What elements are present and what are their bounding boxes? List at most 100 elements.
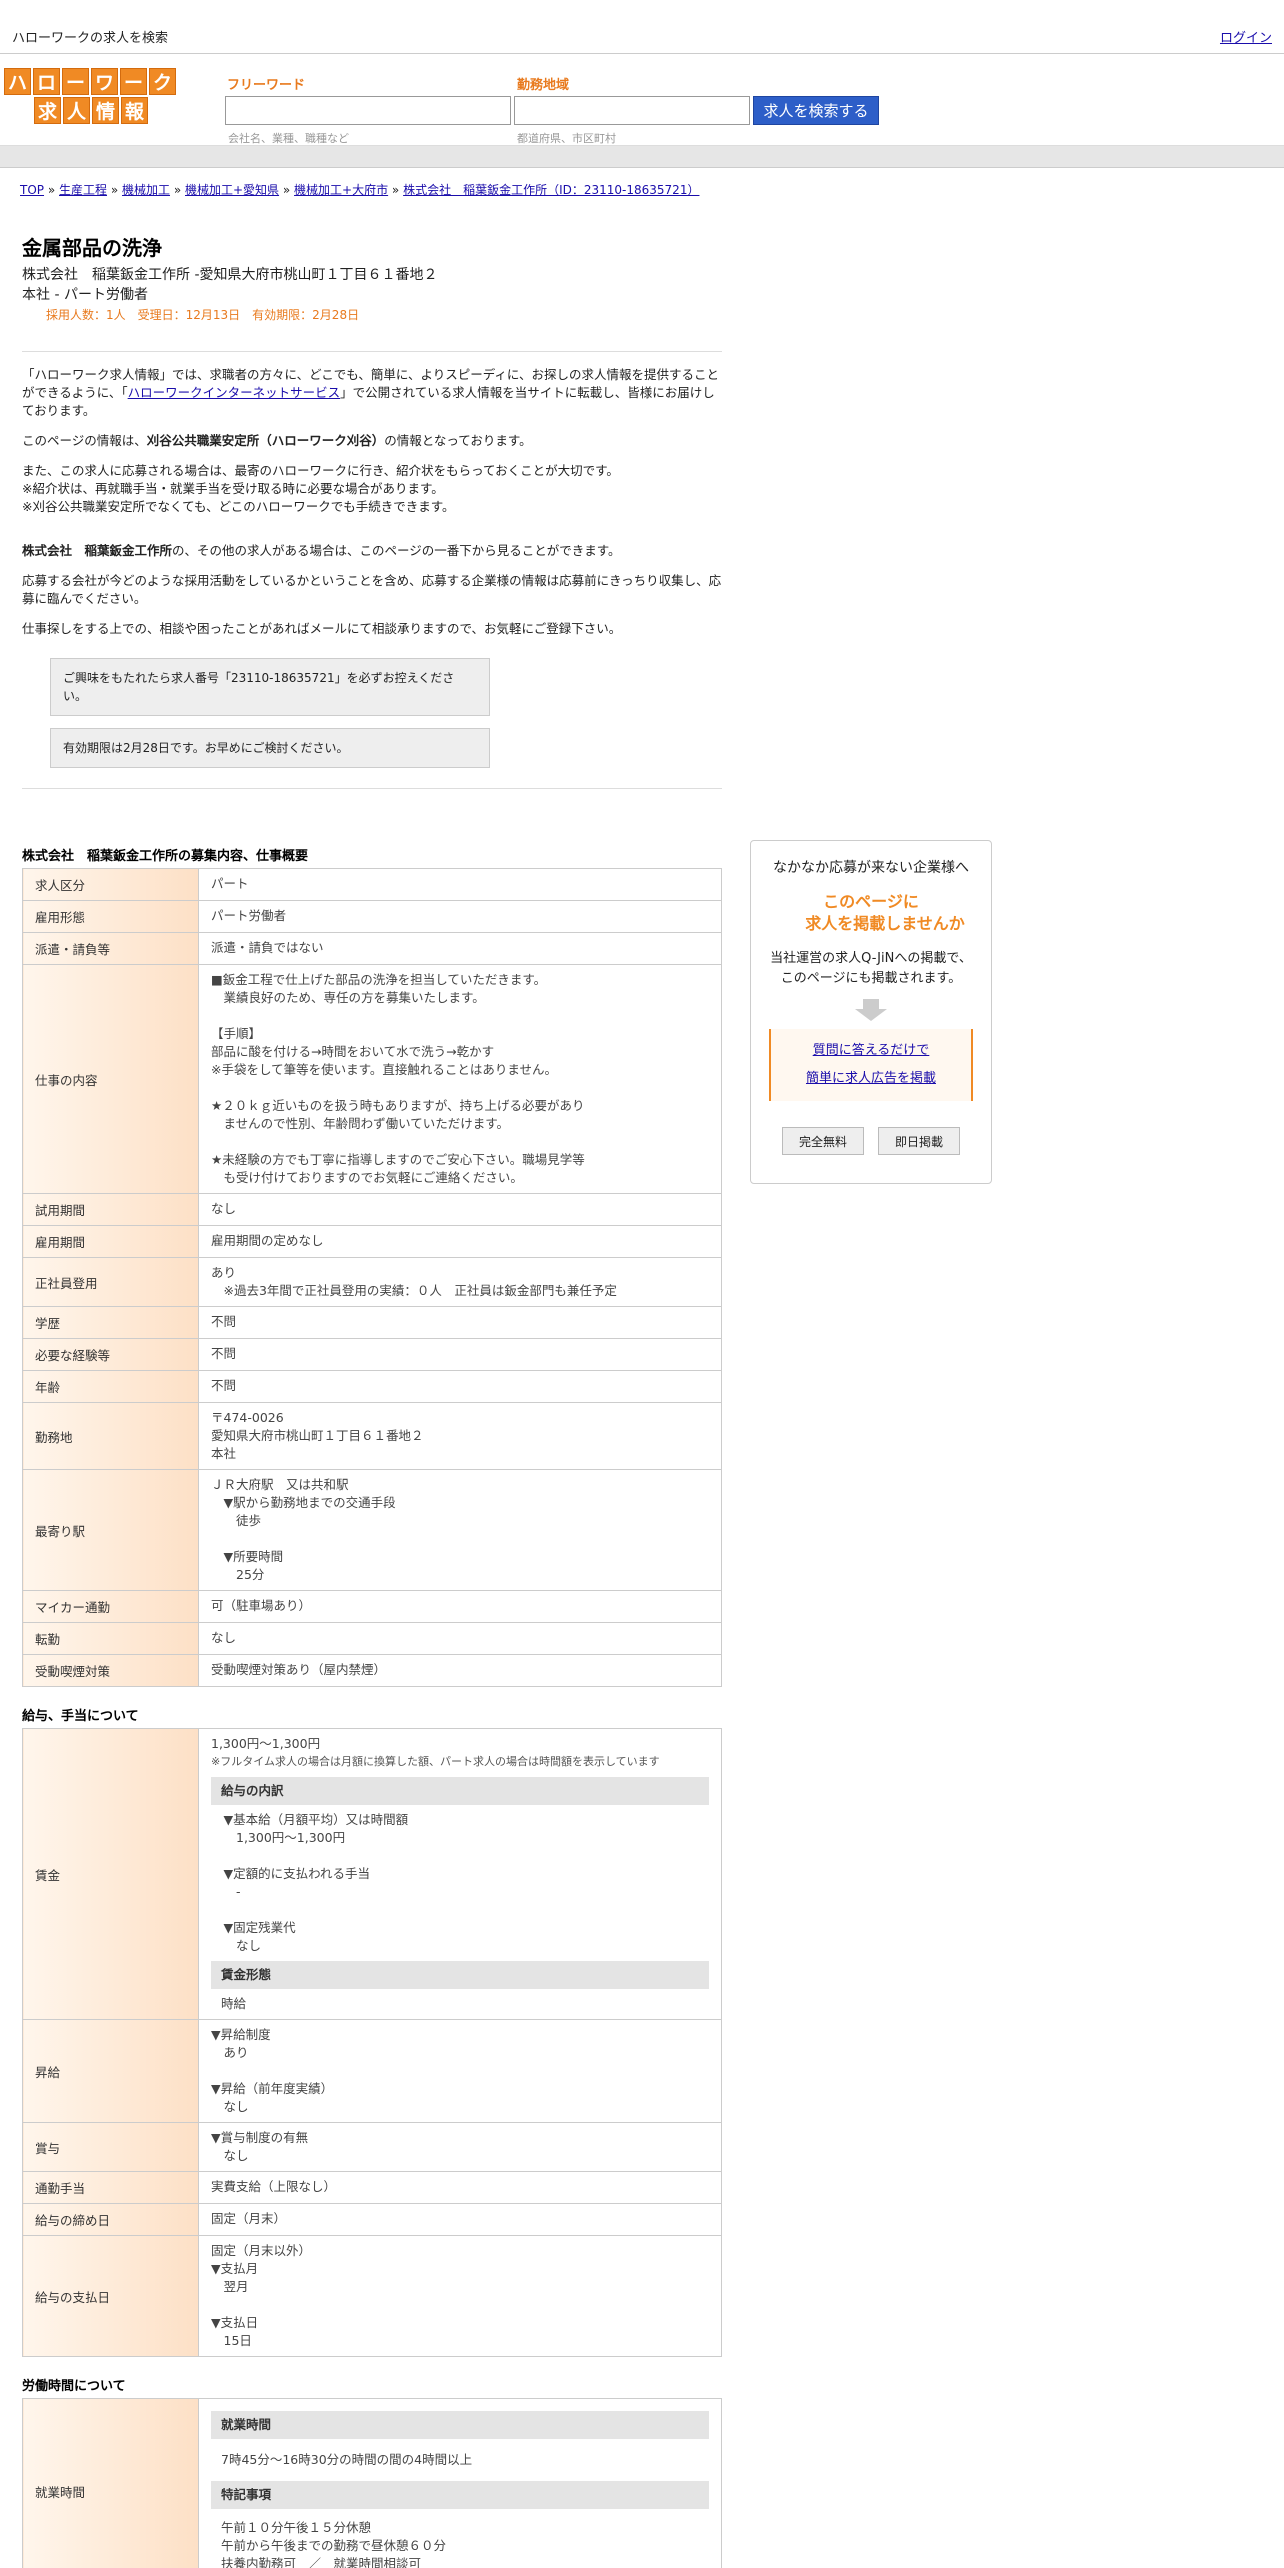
login-link[interactable]: ログイン (1220, 27, 1272, 46)
intro-paragraph-1: 「ハローワーク求人情報」では、求職者の方々に、どこでも、簡単に、よりスピーディに… (22, 366, 722, 420)
row-label: 就業時間 (22, 2398, 199, 2568)
row-label: 給与の締め日 (22, 2203, 199, 2236)
work-notes-value: 午前１０分午後１５分休憩 午前から午後までの勤務で昼休憩６０分 扶養内勤務可 ／… (221, 2520, 447, 2568)
area-label: 勤務地域 (517, 78, 570, 93)
row-label: 転勤 (22, 1622, 199, 1655)
row-label: 受動喫煙対策 (22, 1654, 199, 1687)
intro-paragraph-6: 仕事探しをする上での、相談や困ったことがあればメールにて相談承りますので、お気軽… (22, 621, 622, 636)
row-value: なし (198, 1622, 722, 1655)
free-button[interactable]: 完全無料 (782, 1127, 864, 1155)
logo-char: 求 (34, 97, 61, 124)
section-title-hours: 労働時間について (22, 2379, 126, 2394)
intro-paragraph-4: 株式会社 稲葉鈑金工作所の、その他の求人がある場合は、このページの一番下から見る… (22, 542, 722, 560)
side-ad-catch: このページに 求人を掲載しませんか (751, 891, 991, 935)
table-row: 転勤 なし (22, 1622, 722, 1655)
logo-char: 報 (121, 97, 148, 124)
row-value: ■鈑金工程で仕上げた部品の洗浄を担当していただきます。 業績良好のため、専任の方… (198, 964, 722, 1194)
table-row: マイカー通勤 可（駐車場あり） (22, 1590, 722, 1623)
breadcrumb-city[interactable]: 機械加工+大府市 (294, 183, 388, 197)
row-value: 就業時間 7時45分〜16時30分の時間の間の4時間以上 特記事項 午前１０分午… (198, 2398, 722, 2568)
row-value: パート労働者 (198, 900, 722, 933)
intro-text: このページの情報は、 (22, 433, 147, 448)
row-value: ＪＲ大府駅 又は共和駅 ▼駅から勤務地までの交通手段 徒歩 ▼所要時間 25分 (198, 1469, 722, 1591)
table-row: 通勤手当 実費支給（上限なし） (22, 2171, 722, 2204)
table-row: 派遣・請負等 派遣・請負ではない (22, 932, 722, 965)
table-row: 雇用期間 雇用期間の定めなし (22, 1225, 722, 1258)
table-row: 学歴 不問 (22, 1306, 722, 1339)
site-title: ハローワークの求人を検索 (12, 31, 169, 46)
row-label: 雇用形態 (22, 900, 199, 933)
job-title: 金属部品の洗浄 (22, 236, 162, 260)
same-day-button[interactable]: 即日掲載 (878, 1127, 960, 1155)
area-input[interactable] (514, 96, 750, 125)
side-ad-catch-line: 求人を掲載しませんか (805, 914, 965, 933)
row-label: 仕事の内容 (22, 964, 199, 1194)
row-label: 通勤手当 (22, 2171, 199, 2204)
intro-paragraph-5: 応募する会社が今どのような採用活動をしているかということを含め、応募する企業様の… (22, 573, 722, 606)
breadcrumb-subcategory[interactable]: 機械加工 (122, 183, 170, 197)
table-row: 最寄り駅 ＪＲ大府駅 又は共和駅 ▼駅から勤務地までの交通手段 徒歩 ▼所要時間 … (22, 1469, 722, 1591)
logo-char: ク (149, 68, 176, 95)
notice-job-number: ご興味をもたれたら求人番号「23110-18635721」を必ずお控えください。 (50, 658, 490, 716)
row-value: 不問 (198, 1338, 722, 1371)
row-label: 雇用期間 (22, 1225, 199, 1258)
row-value: 1,300円〜1,300円 ※フルタイム求人の場合は月額に換算した額、パート求人… (198, 1728, 722, 2020)
section-title-overview: 株式会社 稲葉鈑金工作所の募集内容、仕事概要 (22, 849, 309, 864)
table-row: 雇用形態 パート労働者 (22, 900, 722, 933)
breadcrumb-prefecture[interactable]: 機械加工+愛知県 (185, 183, 279, 197)
freeword-hint: 会社名、業種、職種など (228, 132, 349, 145)
side-ad-link-post[interactable]: 簡単に求人広告を掲載 (806, 1071, 936, 1086)
work-hours-head: 就業時間 (211, 2411, 709, 2439)
table-row: 昇給 ▼昇給制度 あり ▼昇給（前年度実績） なし (22, 2019, 722, 2123)
hours-table: 就業時間 就業時間 7時45分〜16時30分の時間の間の4時間以上 特記事項 午… (22, 2398, 722, 2568)
logo-char: ロ (33, 68, 60, 95)
row-label: 学歴 (22, 1306, 199, 1339)
table-row: 給与の支払日 固定（月末以外） ▼支払月 翌月 ▼支払日 15日 (22, 2235, 722, 2357)
intro-text: の情報となっております。 (384, 433, 532, 448)
row-label: マイカー通勤 (22, 1590, 199, 1623)
side-ad-text: 当社運営の求人Q-JiNへの掲載で、 このページにも掲載されます。 (770, 951, 972, 986)
breadcrumb-company[interactable]: 株式会社 稲葉鈑金工作所（ID：23110-18635721） (403, 183, 699, 197)
row-value: 派遣・請負ではない (198, 932, 722, 965)
wage-breakdown: ▼基本給（月額平均）又は時間額 1,300円〜1,300円 ▼定額的に支払われる… (223, 1812, 409, 1953)
hellowork-internet-link[interactable]: ハローワークインターネットサービス (128, 385, 341, 400)
side-ad-catch-line: このページに (823, 892, 919, 911)
work-hours-value: 7時45分〜16時30分の時間の間の4時間以上 (221, 2452, 473, 2467)
side-ad: なかなか応募が来ない企業様へ このページに 求人を掲載しませんか 当社運営の求人… (750, 840, 992, 1184)
row-label: 昇給 (22, 2019, 199, 2123)
wage-note: ※フルタイム求人の場合は月額に換算した額、パート求人の場合は時間額を表示していま… (211, 1755, 660, 1768)
table-row: 必要な経験等 不問 (22, 1338, 722, 1371)
side-ad-link-question[interactable]: 質問に答えるだけで (813, 1043, 930, 1058)
row-label: 最寄り駅 (22, 1469, 199, 1591)
search-button[interactable]: 求人を検索する (753, 96, 879, 125)
wage-breakdown-head: 給与の内訳 (211, 1777, 709, 1805)
table-row: 年齢 不問 (22, 1370, 722, 1403)
logo-char: 人 (63, 97, 90, 124)
section-title-salary: 給与、手当について (22, 1709, 139, 1724)
work-notes-head: 特記事項 (211, 2481, 709, 2509)
header-divider-bar (0, 146, 1284, 168)
wage-form-head: 賃金形態 (211, 1961, 709, 1989)
overview-table: 求人区分 パート 雇用形態 パート労働者 派遣・請負等 派遣・請負ではない 仕事の内容 ■鈑金… (22, 868, 722, 1687)
intro-text: の、その他の求人がある場合は、このページの一番下から見ることができます。 (172, 543, 621, 558)
table-row: 受動喫煙対策 受動喫煙対策あり（屋内禁煙） (22, 1654, 722, 1687)
row-value: ▼昇給制度 あり ▼昇給（前年度実績） なし (198, 2019, 722, 2123)
divider (22, 788, 722, 789)
freeword-input[interactable] (225, 96, 511, 125)
row-value: パート (198, 868, 722, 901)
intro-paragraph-2: このページの情報は、刈谷公共職業安定所（ハローワーク刈谷）の情報となっております… (22, 432, 722, 450)
row-label: 派遣・請負等 (22, 932, 199, 965)
arrow-down-icon (855, 999, 887, 1021)
main-content: 金属部品の洗浄 株式会社 稲葉鈑金工作所 -愛知県大府市桃山町１丁目６１番地２ … (22, 232, 722, 2568)
table-row: 求人区分 パート (22, 868, 722, 901)
breadcrumb-category[interactable]: 生産工程 (59, 183, 107, 197)
row-label: 正社員登用 (22, 1257, 199, 1307)
site-logo[interactable]: ハ ロ ー ワ ー ク 求 人 情 報 (4, 68, 182, 124)
salary-table: 賃金 1,300円〜1,300円 ※フルタイム求人の場合は月額に換算した額、パー… (22, 1728, 722, 2357)
row-label: 賞与 (22, 2122, 199, 2172)
wage-form: 時給 (221, 1996, 247, 2011)
breadcrumb-top[interactable]: TOP (20, 183, 44, 197)
row-value: なし (198, 1193, 722, 1226)
logo-char: 情 (92, 97, 119, 124)
row-value: 不問 (198, 1306, 722, 1339)
